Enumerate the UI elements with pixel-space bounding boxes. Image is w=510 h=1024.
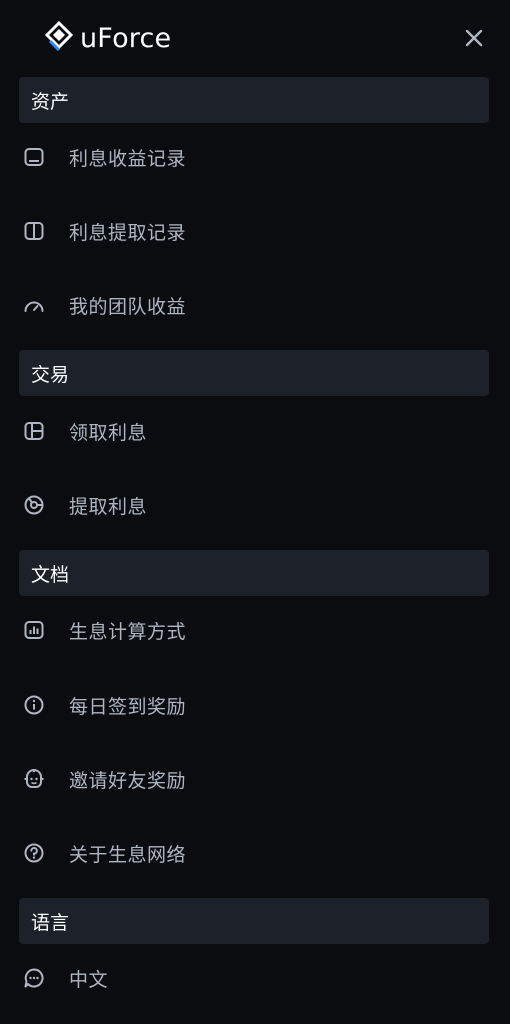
- menu-label: 利息提取记录: [69, 221, 187, 244]
- section-header-assets: 资产: [19, 77, 489, 123]
- close-icon: [460, 29, 488, 56]
- menu-item-interest-income-record[interactable]: 利息收益记录: [19, 131, 489, 183]
- menu-label: 中文: [69, 968, 109, 991]
- chat-icon: [23, 967, 45, 989]
- close-button[interactable]: [460, 24, 488, 52]
- section-title: 语言: [31, 911, 70, 934]
- section-title: 交易: [31, 363, 70, 386]
- menu-label: 提取利息: [69, 495, 148, 518]
- menu-label: 领取利息: [69, 421, 148, 444]
- logo-text: uForce: [80, 22, 172, 54]
- menu-item-interest-withdraw-record[interactable]: 利息提取记录: [19, 205, 489, 257]
- menu-label: 每日签到奖励: [69, 695, 187, 718]
- menu-label: 利息收益记录: [69, 147, 187, 170]
- menu-item-team-income[interactable]: 我的团队收益: [19, 279, 489, 331]
- menu-label: 生息计算方式: [69, 620, 187, 643]
- drawer-header: uForce: [0, 0, 510, 76]
- info-icon: [23, 694, 45, 716]
- section-title: 文档: [31, 563, 70, 586]
- menu-item-interest-calculation[interactable]: 生息计算方式: [19, 604, 489, 656]
- section-header-docs: 文档: [19, 550, 489, 596]
- menu-item-about-network[interactable]: 关于生息网络: [19, 827, 489, 879]
- section-header-language: 语言: [19, 898, 489, 944]
- logo-icon: [44, 20, 74, 55]
- menu-label: 关于生息网络: [69, 843, 187, 866]
- help-icon: [23, 842, 45, 864]
- menu-item-daily-checkin-reward[interactable]: 每日签到奖励: [19, 679, 489, 731]
- navigation-drawer: uForce 资产 利息收益记录 利息提取记录 我的团队收益 交易 领取利息 提…: [0, 0, 510, 1024]
- section-title: 资产: [31, 90, 70, 113]
- menu-item-language-chinese[interactable]: 中文: [19, 952, 489, 1004]
- section-header-trade: 交易: [19, 350, 489, 396]
- menu-item-withdraw-interest[interactable]: 提取利息: [19, 479, 489, 531]
- wallet-icon: [23, 146, 45, 168]
- logo[interactable]: uForce: [44, 20, 172, 55]
- bar-chart-icon: [23, 619, 45, 641]
- menu-label: 邀请好友奖励: [69, 769, 187, 792]
- menu-item-invite-friends-reward[interactable]: 邀请好友奖励: [19, 753, 489, 805]
- gauge-icon: [23, 294, 45, 316]
- menu-item-claim-interest[interactable]: 领取利息: [19, 405, 489, 457]
- menu-label: 我的团队收益: [69, 295, 187, 318]
- pie-chart-icon: [23, 494, 45, 516]
- robot-icon: [23, 768, 45, 790]
- layout-icon: [23, 420, 45, 442]
- panel-icon: [23, 220, 45, 242]
